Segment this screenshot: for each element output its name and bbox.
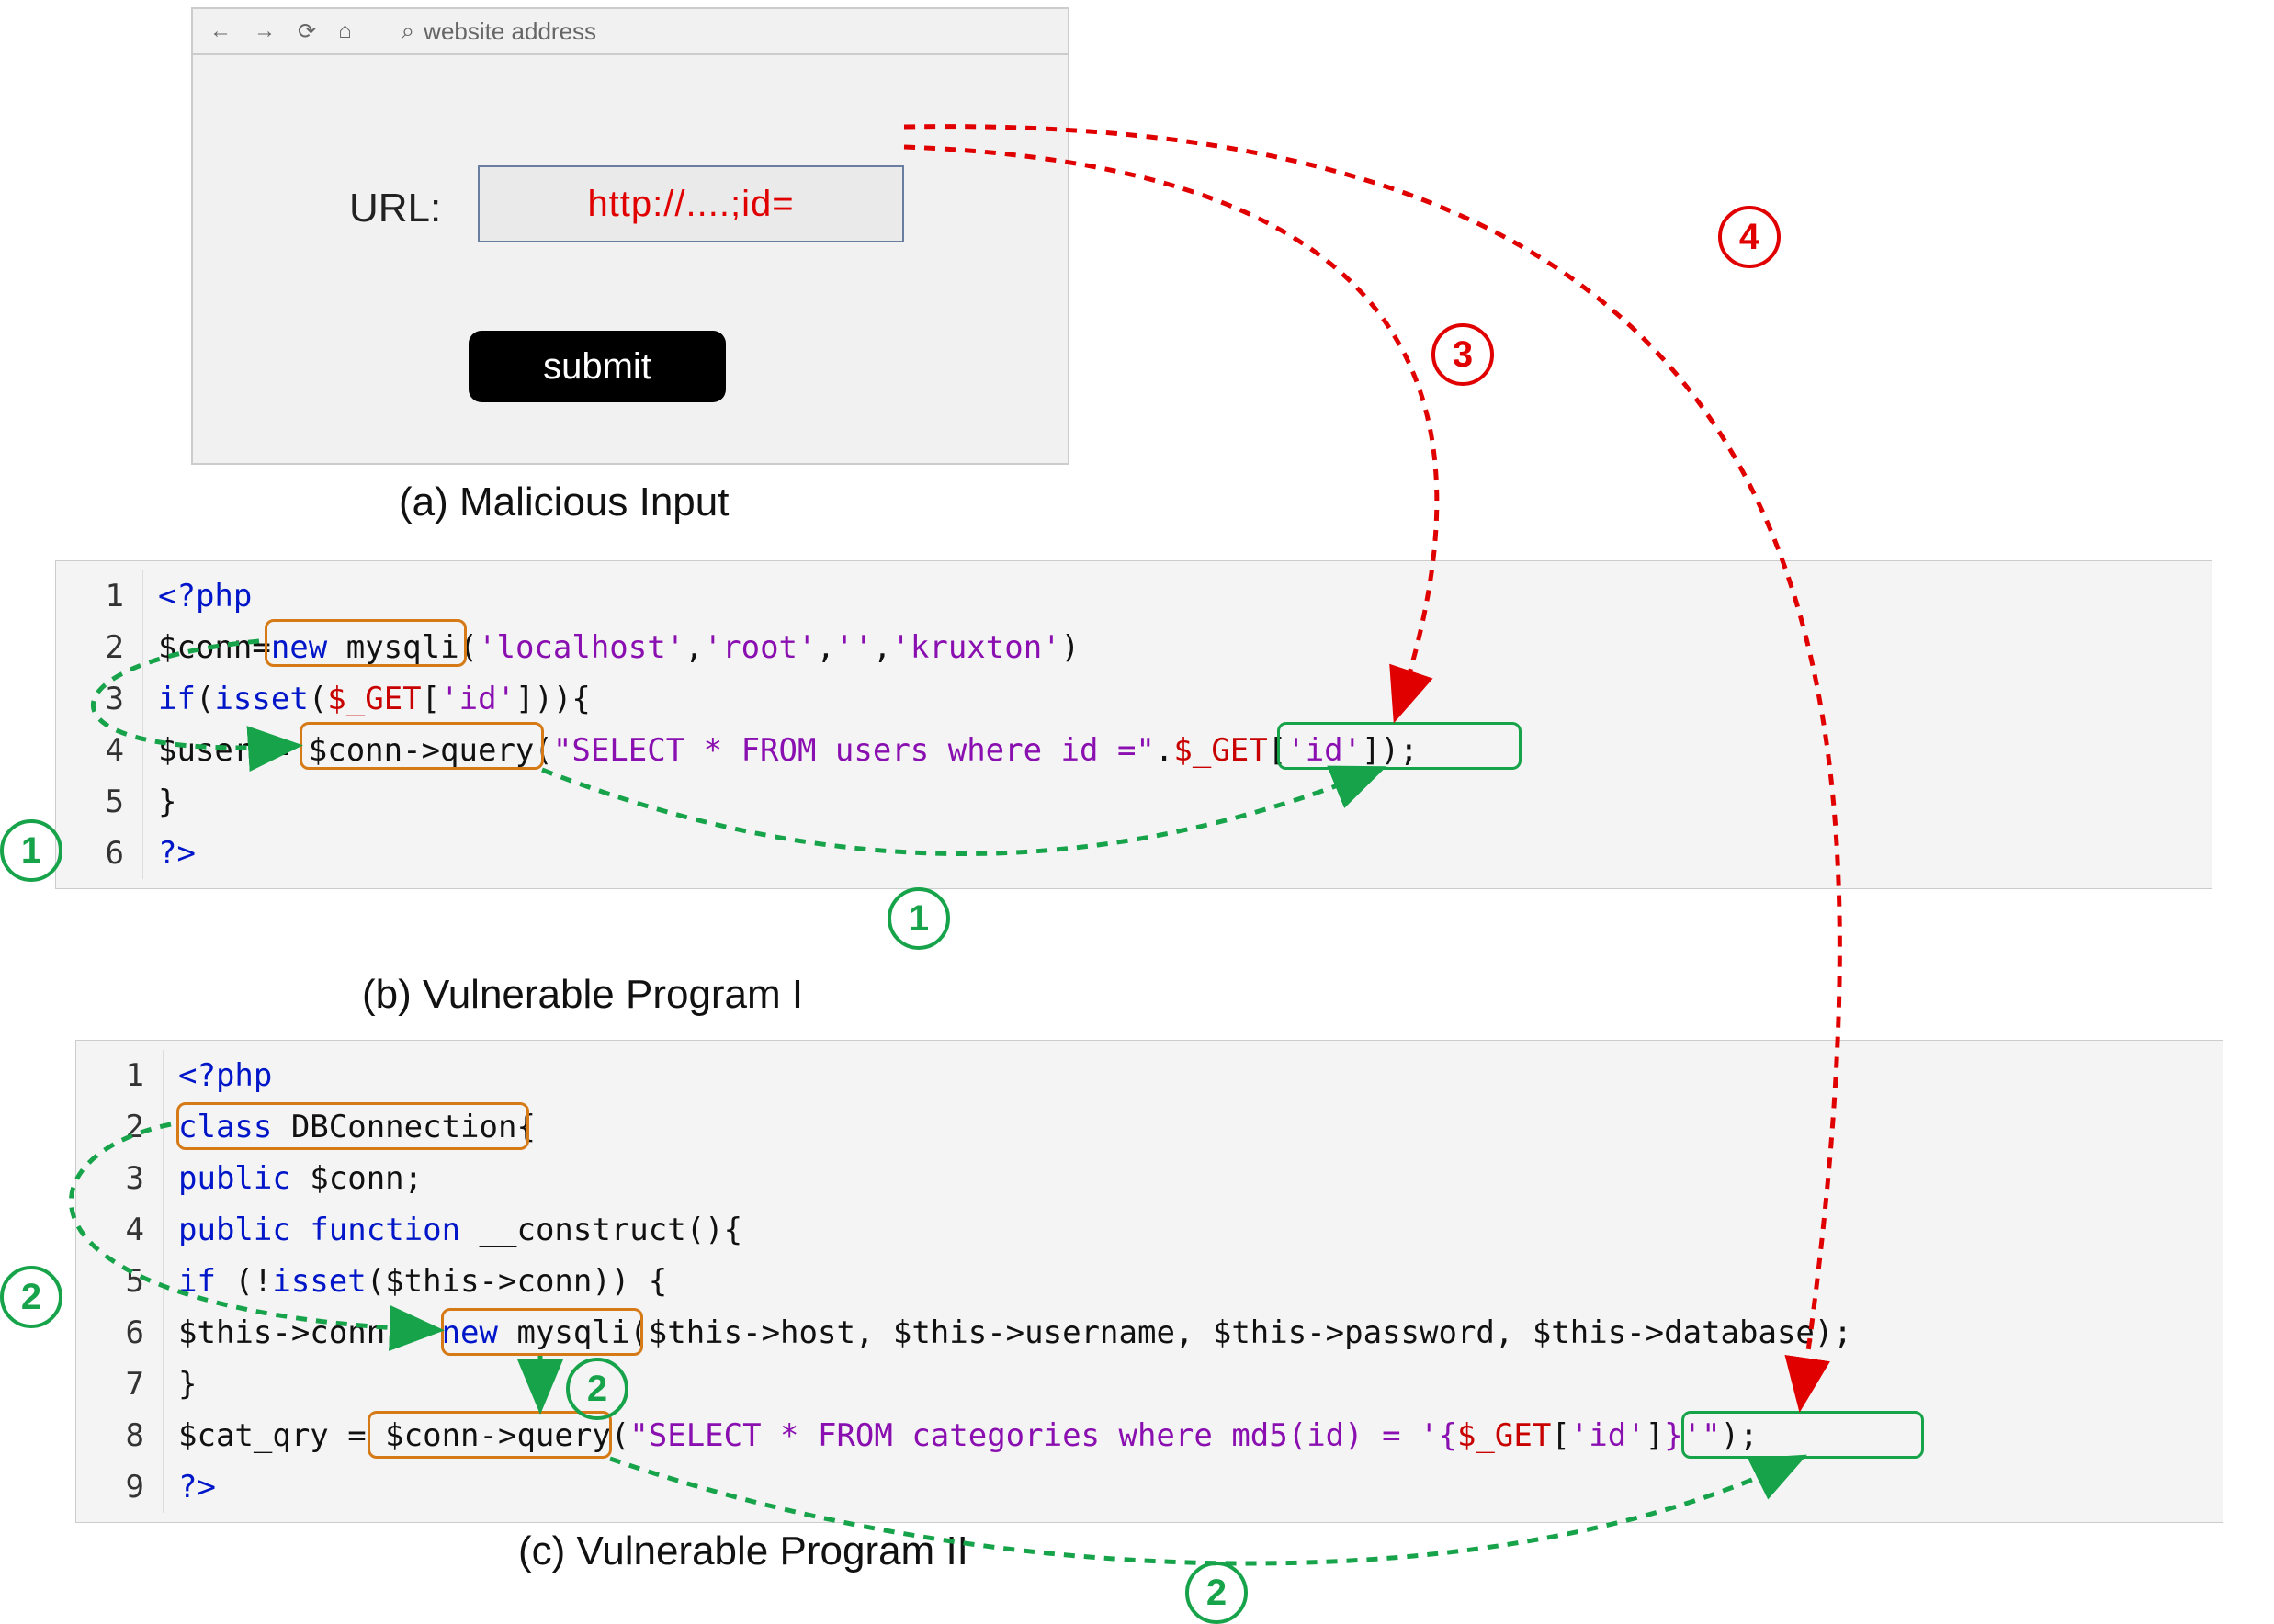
line-number: 6 — [76, 1307, 164, 1359]
circle-4: 4 — [1718, 206, 1781, 268]
code-block-b: 1<?php2$conn=new mysqli('localhost','roo… — [55, 560, 2212, 889]
code-content: ?> — [164, 1461, 216, 1513]
line-number: 7 — [76, 1359, 164, 1410]
code-content: class DBConnection{ — [164, 1101, 536, 1153]
code-line: 6?> — [56, 828, 2197, 879]
code-content: } — [143, 776, 176, 828]
line-number: 5 — [76, 1256, 164, 1307]
code-content: <?php — [164, 1050, 272, 1101]
line-number: 8 — [76, 1410, 164, 1461]
browser-window: ← → ⟳ ⌂ ⌕ website address URL: http://..… — [191, 7, 1069, 465]
circle-3: 3 — [1431, 323, 1494, 386]
caption-a: (a) Malicious Input — [399, 479, 729, 525]
code-line: 3public $conn; — [76, 1153, 2208, 1204]
code-line: 1<?php — [56, 570, 2197, 622]
code-block-c: 1<?php2class DBConnection{3public $conn;… — [75, 1040, 2223, 1523]
code-line: 2class DBConnection{ — [76, 1101, 2208, 1153]
code-line: 3if(isset($_GET['id'])){ — [56, 673, 2197, 725]
code-content: $user = $conn->query("SELECT * FROM user… — [143, 725, 1419, 776]
code-line: 1<?php — [76, 1050, 2208, 1101]
line-number: 4 — [56, 725, 143, 776]
line-number: 9 — [76, 1461, 164, 1513]
addressbar-placeholder: website address — [424, 17, 596, 46]
circle-2-bottom: 2 — [1185, 1562, 1248, 1624]
line-number: 2 — [76, 1101, 164, 1153]
caption-c: (c) Vulnerable Program II — [518, 1528, 968, 1574]
caption-b: (b) Vulnerable Program I — [362, 972, 803, 1018]
line-number: 5 — [56, 776, 143, 828]
diagram-canvas: ← → ⟳ ⌂ ⌕ website address URL: http://..… — [0, 0, 2274, 1624]
submit-button[interactable]: submit — [469, 331, 726, 402]
circle-2-left: 2 — [0, 1266, 62, 1328]
line-number: 1 — [56, 570, 143, 622]
line-number: 3 — [76, 1153, 164, 1204]
code-line: 5} — [56, 776, 2197, 828]
code-content: $conn=new mysqli('localhost','root','','… — [143, 622, 1080, 673]
code-content: } — [164, 1359, 197, 1410]
line-number: 4 — [76, 1204, 164, 1256]
code-line: 4$user = $conn->query("SELECT * FROM use… — [56, 725, 2197, 776]
code-content: ?> — [143, 828, 196, 879]
code-line: 5if (!isset($this->conn)) { — [76, 1256, 2208, 1307]
forward-icon[interactable]: → — [254, 18, 276, 44]
code-line: 6$this->conn = new mysqli($this->host, $… — [76, 1307, 2208, 1359]
code-content: if (!isset($this->conn)) { — [164, 1256, 667, 1307]
code-line: 4public function __construct(){ — [76, 1204, 2208, 1256]
line-number: 3 — [56, 673, 143, 725]
url-label: URL: — [349, 186, 441, 231]
circle-1-left: 1 — [0, 819, 62, 882]
code-content: public $conn; — [164, 1153, 423, 1204]
code-content: <?php — [143, 570, 252, 622]
refresh-icon[interactable]: ⟳ — [298, 18, 316, 45]
code-line: 7} — [76, 1359, 2208, 1410]
code-content: public function __construct(){ — [164, 1204, 742, 1256]
circle-1-bottom: 1 — [888, 887, 950, 950]
line-number: 2 — [56, 622, 143, 673]
code-content: $cat_qry = $conn->query("SELECT * FROM c… — [164, 1410, 1759, 1461]
code-content: if(isset($_GET['id'])){ — [143, 673, 591, 725]
code-line: 9?> — [76, 1461, 2208, 1513]
search-icon: ⌕ — [402, 17, 415, 46]
line-number: 1 — [76, 1050, 164, 1101]
url-input[interactable]: http://....;id= — [478, 165, 904, 242]
code-line: 2$conn=new mysqli('localhost','root','',… — [56, 622, 2197, 673]
back-icon[interactable]: ← — [209, 18, 232, 44]
code-line: 8$cat_qry = $conn->query("SELECT * FROM … — [76, 1410, 2208, 1461]
line-number: 6 — [56, 828, 143, 879]
home-icon[interactable]: ⌂ — [338, 18, 352, 44]
addressbar[interactable]: ⌕ website address — [402, 17, 596, 46]
circle-2-mid: 2 — [566, 1358, 628, 1420]
browser-toolbar: ← → ⟳ ⌂ ⌕ website address — [193, 9, 1068, 55]
code-content: $this->conn = new mysqli($this->host, $t… — [164, 1307, 1852, 1359]
browser-body: URL: http://....;id= submit — [193, 55, 1068, 463]
